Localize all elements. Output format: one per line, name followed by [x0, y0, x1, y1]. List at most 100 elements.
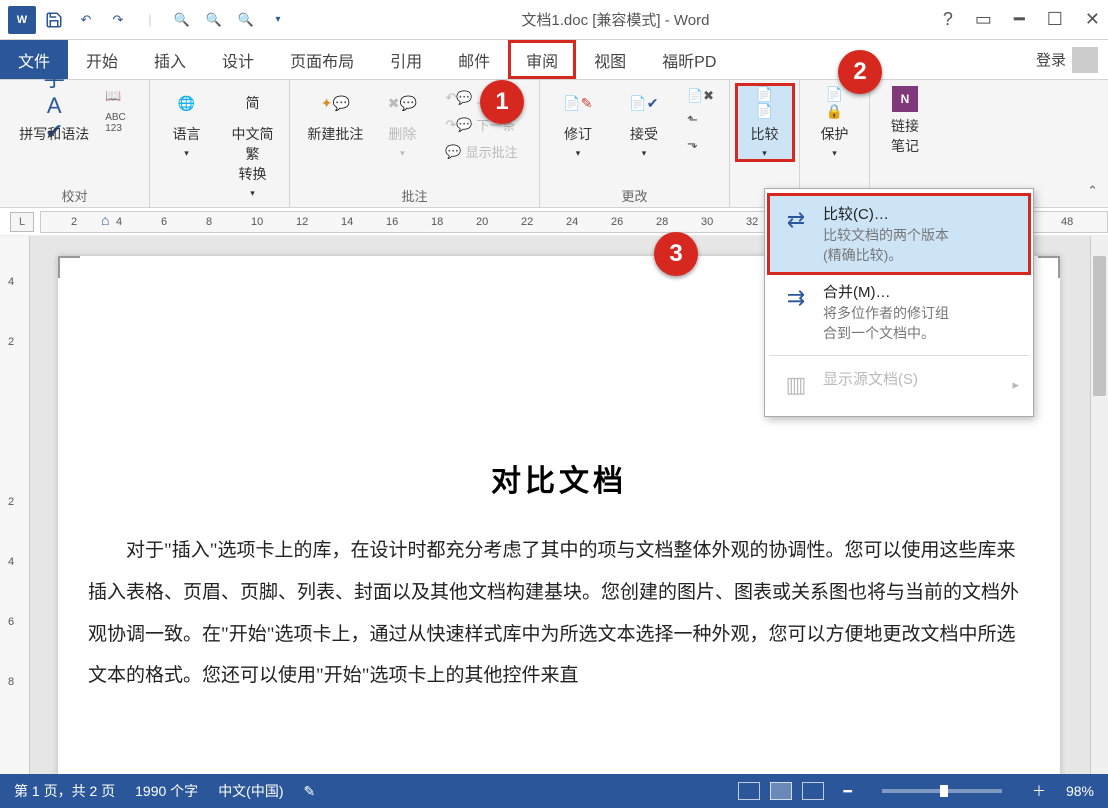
tab-foxit[interactable]: 福昕PD: [644, 40, 734, 79]
delete-comment-button[interactable]: ✖💬 删除 ▾: [375, 86, 429, 159]
status-page[interactable]: 第 1 页，共 2 页: [14, 781, 115, 801]
ruler-tick: 26: [611, 216, 623, 228]
zoom-out-icon[interactable]: 🔍: [172, 10, 192, 30]
tab-home[interactable]: 开始: [68, 40, 136, 79]
ruler-tick: 16: [386, 216, 398, 228]
zoom-out-button[interactable]: ━: [844, 783, 852, 800]
zoom-in-button[interactable]: ＋: [1032, 781, 1046, 801]
web-layout-button[interactable]: [802, 782, 824, 800]
close-icon[interactable]: ✕: [1085, 9, 1100, 30]
help-icon[interactable]: ?: [943, 9, 953, 30]
chevron-down-icon: ▾: [184, 148, 189, 159]
tab-design[interactable]: 设计: [204, 40, 272, 79]
show-source-icon: ▥: [779, 368, 813, 402]
qat-more-icon[interactable]: ▾: [268, 10, 288, 30]
convert-label: 中文简繁 转换: [226, 124, 280, 184]
dropdown-compare-item[interactable]: ⇄ 比较(C)… 比较文档的两个版本 (精确比较)。: [769, 195, 1029, 273]
convert-button[interactable]: 简 中文简繁 转换 ▾: [226, 86, 280, 199]
spelling-label: 拼写和语法: [19, 124, 89, 144]
compare-item-title: 比较(C)…: [823, 203, 1019, 224]
accept-icon: 📄✔: [627, 86, 661, 120]
save-icon[interactable]: [44, 10, 64, 30]
avatar-icon: [1072, 47, 1098, 73]
thesaurus-button[interactable]: 📖: [101, 86, 130, 106]
login-button[interactable]: 登录: [1026, 40, 1108, 79]
prev-icon: ↶💬: [445, 90, 472, 106]
ruler-tick: 2: [71, 216, 77, 228]
compare-item-desc: 比较文档的两个版本 (精确比较)。: [823, 226, 1019, 265]
chevron-down-icon: ▾: [642, 148, 647, 159]
prev-change-button[interactable]: ⬑: [683, 110, 718, 130]
vertical-scrollbar[interactable]: [1090, 236, 1108, 774]
read-mode-button[interactable]: [738, 782, 760, 800]
vertical-ruler[interactable]: 4 2 2 4 6 8: [0, 236, 30, 774]
group-changes: 📄✎ 修订 ▾ 📄✔ 接受 ▾ 📄✖ ⬑ ⬎ 更改: [540, 80, 730, 207]
group-changes-label: 更改: [621, 184, 647, 205]
zoom-level[interactable]: 98%: [1066, 783, 1094, 799]
minimize-icon[interactable]: ━: [1014, 9, 1025, 30]
ribbon-display-icon[interactable]: ▭: [975, 9, 992, 30]
convert-icon: 简: [236, 86, 270, 120]
indent-marker-icon[interactable]: ⌂: [101, 212, 109, 228]
ruler-tick: 12: [296, 216, 308, 228]
dropdown-separator: [769, 355, 1029, 356]
document-body[interactable]: 对于"插入"选项卡上的库，在设计时都充分考虑了其中的项与文档整体外观的协调性。您…: [58, 500, 1060, 697]
accept-button[interactable]: 📄✔ 接受 ▾: [617, 86, 671, 159]
scrollbar-thumb[interactable]: [1093, 256, 1106, 396]
track-status-icon[interactable]: ✎: [304, 783, 316, 800]
prev-change-icon: ⬑: [687, 112, 698, 128]
undo-icon[interactable]: ↶: [76, 10, 96, 30]
language-label: 语言: [173, 124, 201, 144]
status-language[interactable]: 中文(中国): [218, 781, 283, 801]
tab-references[interactable]: 引用: [372, 40, 440, 79]
dropdown-show-source-item[interactable]: ▥ 显示源文档(S) ▸: [769, 360, 1029, 410]
tab-view[interactable]: 视图: [576, 40, 644, 79]
next-change-button[interactable]: ⬎: [683, 134, 718, 154]
reject-button[interactable]: 📄✖: [683, 86, 718, 106]
dropdown-merge-item[interactable]: ⇉ 合并(M)… 将多位作者的修订组 合到一个文档中。: [769, 273, 1029, 351]
tab-selector[interactable]: L: [10, 212, 34, 232]
ruler-tick: 32: [746, 216, 758, 228]
merge-item-desc: 将多位作者的修订组 合到一个文档中。: [823, 304, 1019, 343]
tab-mailings[interactable]: 邮件: [440, 40, 508, 79]
new-comment-button[interactable]: ✦💬 新建批注: [307, 86, 363, 144]
ruler-tick: 8: [206, 216, 212, 228]
compare-icon: 📄📄: [748, 86, 782, 120]
track-changes-button[interactable]: 📄✎ 修订 ▾: [551, 86, 605, 159]
status-words[interactable]: 1990 个字: [135, 781, 198, 801]
compare-label: 比较: [751, 124, 779, 144]
document-title[interactable]: 对比文档: [58, 456, 1060, 500]
proofing-small: 📖 ABC123: [101, 86, 130, 136]
margin-corner-tl: [58, 256, 80, 278]
title-bar: W ↶ ↷ | 🔍 🔍 🔍 ▾ 文档1.doc [兼容模式] - Word ? …: [0, 0, 1108, 40]
tab-layout[interactable]: 页面布局: [272, 40, 372, 79]
tab-insert[interactable]: 插入: [136, 40, 204, 79]
tab-review[interactable]: 审阅: [508, 40, 576, 79]
zoom-in-icon[interactable]: 🔍: [236, 10, 256, 30]
vruler-tick: 6: [8, 616, 14, 628]
print-layout-button[interactable]: [770, 782, 792, 800]
collapse-ribbon-icon[interactable]: ⌃: [1087, 183, 1098, 199]
zoom-100-icon[interactable]: 🔍: [204, 10, 224, 30]
spelling-button[interactable]: 字A✔ 拼写和语法: [19, 86, 89, 144]
protect-button[interactable]: 📄🔒 保护 ▾: [808, 86, 862, 159]
maximize-icon[interactable]: ☐: [1047, 9, 1063, 30]
ruler-tick: 30: [701, 216, 713, 228]
language-button[interactable]: 🌐 语言 ▾: [160, 86, 214, 159]
new-comment-label: 新建批注: [307, 124, 363, 144]
chevron-down-icon: ▾: [832, 148, 837, 159]
vruler-tick: 2: [8, 336, 14, 348]
show-icon: 💬: [445, 144, 461, 160]
show-comments-button[interactable]: 💬显示批注: [441, 140, 521, 163]
linked-notes-button[interactable]: N 链接 笔记: [878, 86, 932, 156]
compare-dropdown: ⇄ 比较(C)… 比较文档的两个版本 (精确比较)。 ⇉ 合并(M)… 将多位作…: [764, 188, 1034, 417]
redo-icon[interactable]: ↷: [108, 10, 128, 30]
merge-docs-icon: ⇉: [779, 281, 813, 315]
ruler-tick: 22: [521, 216, 533, 228]
compare-button[interactable]: 📄📄 比较 ▾: [738, 86, 792, 159]
wordcount-button[interactable]: ABC123: [101, 110, 130, 136]
zoom-slider[interactable]: [882, 789, 1002, 793]
zoom-knob[interactable]: [940, 785, 948, 797]
reject-icon: 📄✖: [687, 88, 714, 104]
margin-corner-tr: [1038, 256, 1060, 278]
